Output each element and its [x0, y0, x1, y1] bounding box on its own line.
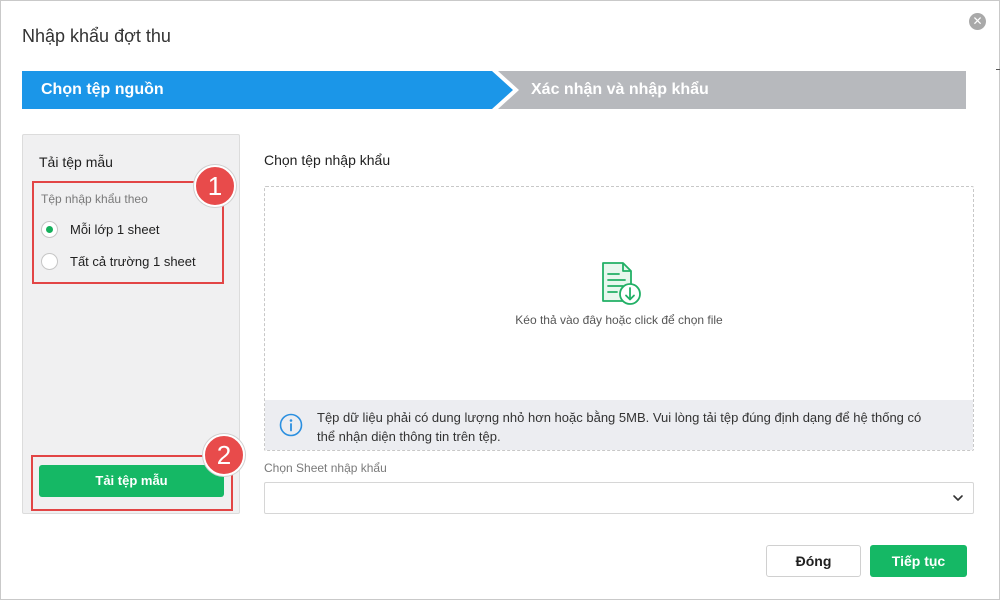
- file-drop-zone[interactable]: Kéo thả vào đây hoặc click để chọn file …: [264, 186, 974, 451]
- import-dialog: Nhập khẩu đợt thu ✕ Chọn tệp nguồn Xác n…: [0, 0, 1000, 600]
- chevron-down-icon: [953, 495, 963, 501]
- info-icon: [279, 413, 303, 437]
- edge-mark: [996, 69, 1000, 70]
- sheet-select[interactable]: [264, 482, 974, 514]
- dialog-title: Nhập khẩu đợt thu: [22, 26, 171, 46]
- import-mode-label: Tệp nhập khẩu theo: [41, 192, 148, 206]
- close-button[interactable]: Đóng: [766, 545, 861, 577]
- close-icon[interactable]: ✕: [969, 13, 986, 30]
- radio-option-label: Tất cả trường 1 sheet: [70, 254, 196, 269]
- step-choose-source[interactable]: Chọn tệp nguồn: [22, 71, 513, 109]
- download-template-button[interactable]: Tải tệp mẫu: [39, 465, 224, 497]
- drop-instruction: Kéo thả vào đây hoặc click để chọn file: [515, 313, 723, 327]
- radio-option-per-class[interactable]: Mỗi lớp 1 sheet: [41, 221, 159, 238]
- radio-option-whole-school[interactable]: Tất cả trường 1 sheet: [41, 253, 196, 270]
- file-download-icon: [602, 262, 641, 305]
- step-progress: Chọn tệp nguồn Xác nhận và nhập khẩu: [22, 71, 966, 109]
- radio-option-label: Mỗi lớp 1 sheet: [70, 222, 160, 237]
- upload-title: Chọn tệp nhập khẩu: [264, 152, 391, 168]
- annotation-badge-2: 2: [203, 434, 245, 476]
- radio-unchecked-icon[interactable]: [41, 253, 58, 270]
- template-panel-title: Tải tệp mẫu: [39, 154, 113, 170]
- radio-checked-icon[interactable]: [41, 221, 58, 238]
- file-size-notice: Tệp dữ liệu phải có dung lượng nhỏ hơn h…: [265, 400, 973, 450]
- file-size-notice-text: Tệp dữ liệu phải có dung lượng nhỏ hơn h…: [317, 410, 922, 444]
- continue-button[interactable]: Tiếp tục: [870, 545, 967, 577]
- step-confirm-import[interactable]: Xác nhận và nhập khẩu: [498, 71, 966, 109]
- import-mode-group: Tệp nhập khẩu theo Mỗi lớp 1 sheet Tất c…: [32, 181, 224, 284]
- annotation-badge-1: 1: [194, 165, 236, 207]
- sheet-select-label: Chọn Sheet nhập khẩu: [264, 461, 387, 475]
